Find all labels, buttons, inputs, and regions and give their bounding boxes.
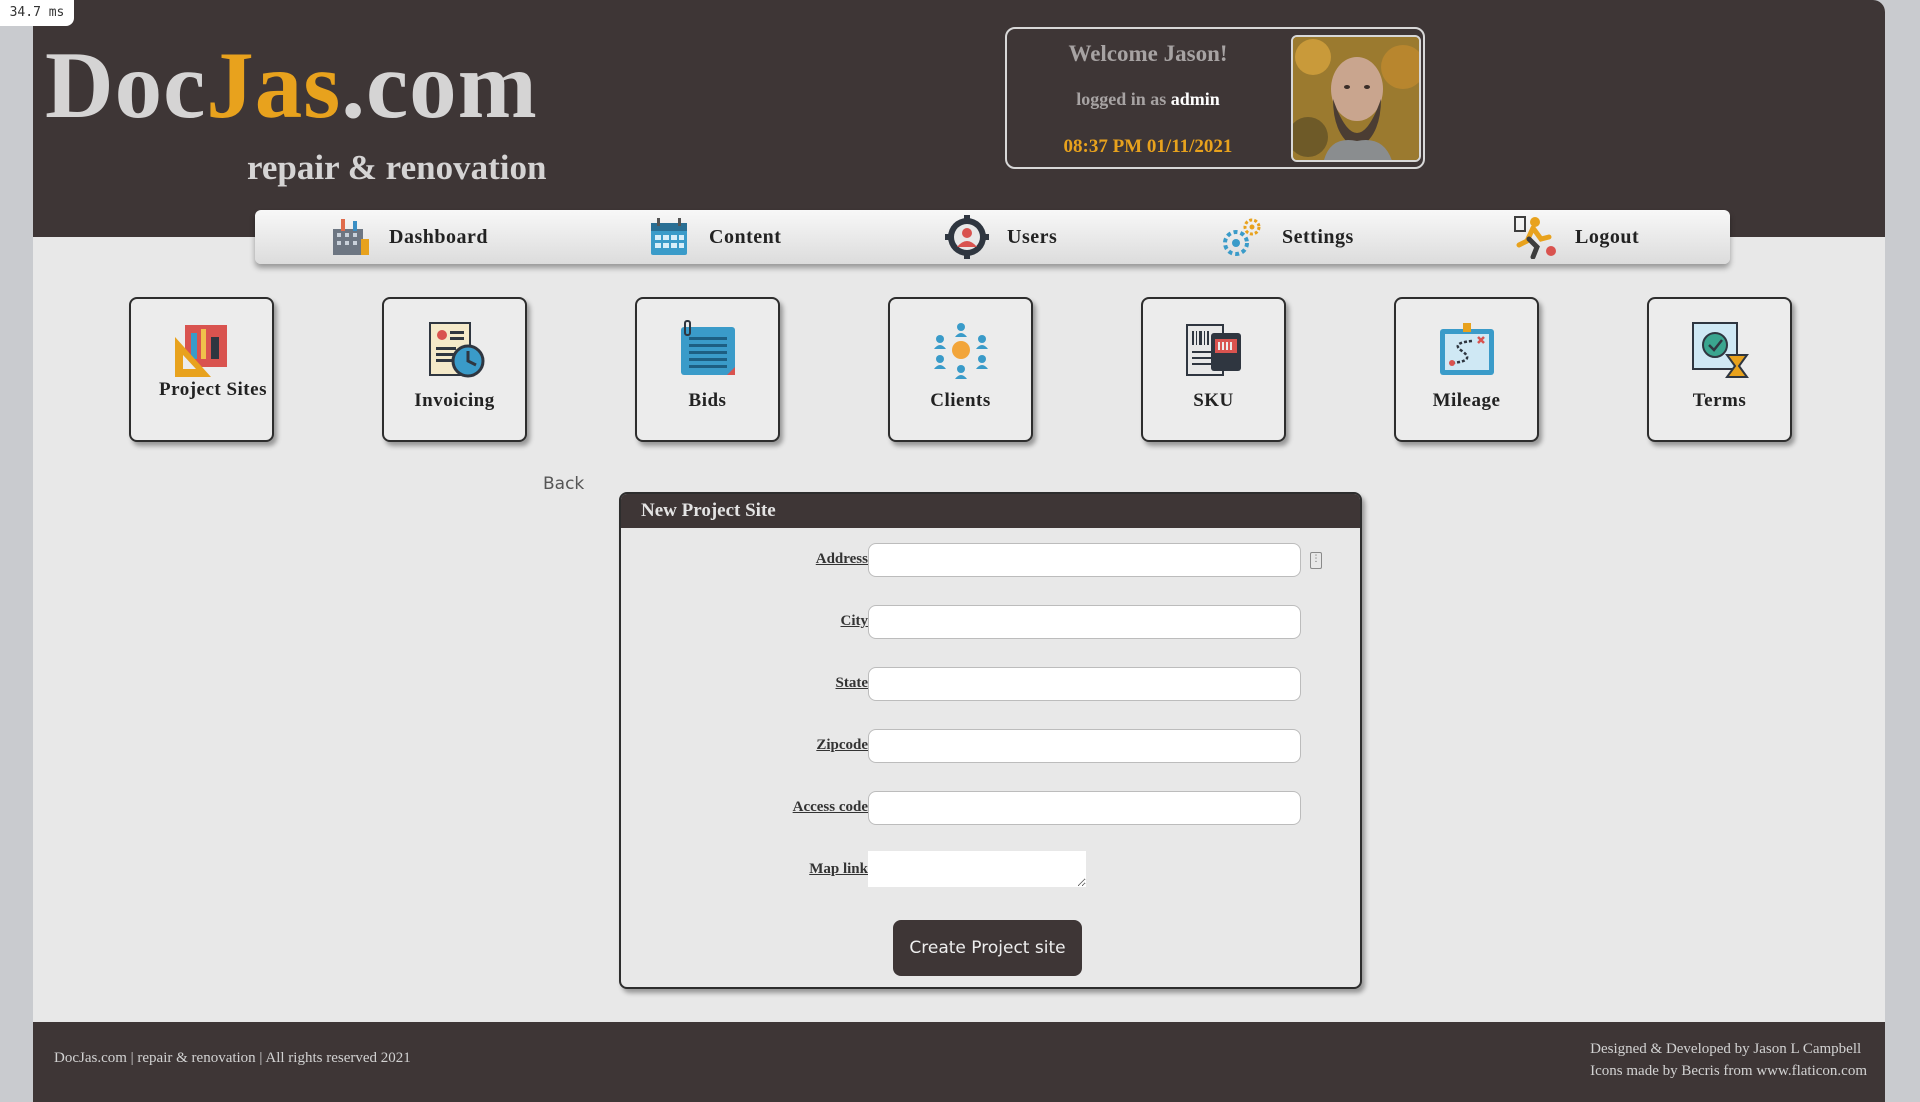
site-logo[interactable]: DocJas.com (45, 28, 538, 143)
user-gear-icon (945, 215, 989, 259)
invoice-clock-icon (429, 322, 485, 378)
main-nav: Dashboard Content Users Settings Logout (255, 210, 1730, 264)
state-input[interactable] (868, 667, 1301, 701)
avatar-photo (1293, 37, 1419, 160)
certificate-hourglass-icon (1692, 322, 1749, 378)
page: DocJas.com repair & renovation Welcome J… (33, 0, 1885, 1102)
nav-users[interactable]: Users (945, 210, 1057, 264)
tile-project-sites[interactable]: Project Sites (129, 297, 274, 442)
city-input[interactable] (868, 605, 1301, 639)
nav-label: Settings (1282, 225, 1354, 248)
tile-mileage[interactable]: Mileage (1394, 297, 1539, 442)
calendar-grid-icon (651, 218, 687, 255)
field-row-map-link: Map link (621, 851, 1360, 889)
logo-part-com: .com (341, 32, 538, 138)
nav-label: Content (709, 225, 782, 248)
login-status: logged in as admin (1007, 89, 1289, 110)
tile-bids[interactable]: Bids (635, 297, 780, 442)
nav-label: Logout (1575, 225, 1640, 248)
blueprint-tools-icon (175, 325, 227, 377)
route-map-icon (1440, 323, 1494, 375)
tile-label: Clients (930, 390, 991, 411)
clipboard-list-icon (681, 320, 735, 375)
new-project-site-form: New Project Site Address ⋮ City State Zi… (619, 492, 1362, 989)
nav-label: Dashboard (389, 225, 488, 248)
contact-card-icon[interactable]: ⋮ (1310, 552, 1322, 569)
nav-logout[interactable]: Logout (1513, 210, 1639, 264)
dashboard-icon (333, 219, 369, 255)
access-code-label: Access code (792, 799, 868, 815)
footer-copyright: DocJas.com | repair & renovation | All r… (54, 1050, 411, 1066)
tile-label: Terms (1692, 390, 1747, 411)
tile-label: SKU (1193, 390, 1234, 411)
footer: DocJas.com | repair & renovation | All r… (33, 1022, 1885, 1102)
map-link-label: Map link (809, 861, 868, 877)
field-row-address: Address ⋮ (621, 543, 1360, 579)
logo-part-jas: Jas (206, 32, 342, 138)
field-row-city: City (621, 605, 1360, 641)
map-link-textarea[interactable] (868, 851, 1086, 887)
gears-icon (1223, 218, 1261, 256)
tile-invoicing[interactable]: Invoicing (382, 297, 527, 442)
access-code-input[interactable] (868, 791, 1301, 825)
address-input[interactable] (868, 543, 1301, 577)
welcome-box: Welcome Jason! logged in as admin 08:37 … (1005, 27, 1425, 169)
form-title: New Project Site (621, 494, 1360, 528)
tile-sku[interactable]: SKU (1141, 297, 1286, 442)
tile-label: Mileage (1432, 390, 1501, 411)
people-network-icon (934, 323, 988, 379)
nav-label: Users (1007, 225, 1058, 248)
current-datetime: 08:37 PM 01/11/2021 (1063, 136, 1233, 157)
tile-label: Bids (688, 390, 727, 411)
footer-credits: Designed & Developed by Jason L Campbell… (1590, 1038, 1867, 1082)
nav-dashboard[interactable]: Dashboard (327, 210, 488, 264)
footer-credit-developer: Designed & Developed by Jason L Campbell (1590, 1041, 1862, 1057)
nav-settings[interactable]: Settings (1220, 210, 1354, 264)
site-tagline: repair & renovation (247, 148, 547, 187)
runner-exit-icon (1514, 216, 1556, 259)
tile-label: Invoicing (414, 390, 495, 411)
state-label: State (835, 675, 869, 691)
barcode-document-icon (1186, 324, 1241, 376)
city-label: City (840, 613, 869, 629)
address-label: Address (815, 551, 868, 567)
field-row-state: State (621, 667, 1360, 703)
tile-label: Project Sites (159, 379, 267, 400)
create-project-site-button[interactable]: Create Project site (893, 920, 1082, 976)
field-row-zipcode: Zipcode (621, 729, 1360, 765)
zipcode-label: Zipcode (816, 737, 868, 753)
nav-content[interactable]: Content (647, 210, 781, 264)
field-row-access-code: Access code (621, 791, 1360, 827)
header: DocJas.com repair & renovation Welcome J… (33, 0, 1885, 237)
avatar (1291, 35, 1421, 162)
welcome-greeting: Welcome Jason! (1068, 41, 1228, 66)
logo-part-doc: Doc (45, 32, 207, 138)
footer-credit-icons[interactable]: Icons made by Becris from www.flaticon.c… (1590, 1060, 1867, 1082)
zipcode-input[interactable] (868, 729, 1301, 763)
render-timer: 34.7 ms (0, 0, 74, 26)
login-role: admin (1170, 89, 1220, 109)
back-link[interactable]: Back (543, 474, 584, 494)
login-prefix: logged in as (1076, 89, 1167, 109)
tile-terms[interactable]: Terms (1647, 297, 1792, 442)
tile-clients[interactable]: Clients (888, 297, 1033, 442)
